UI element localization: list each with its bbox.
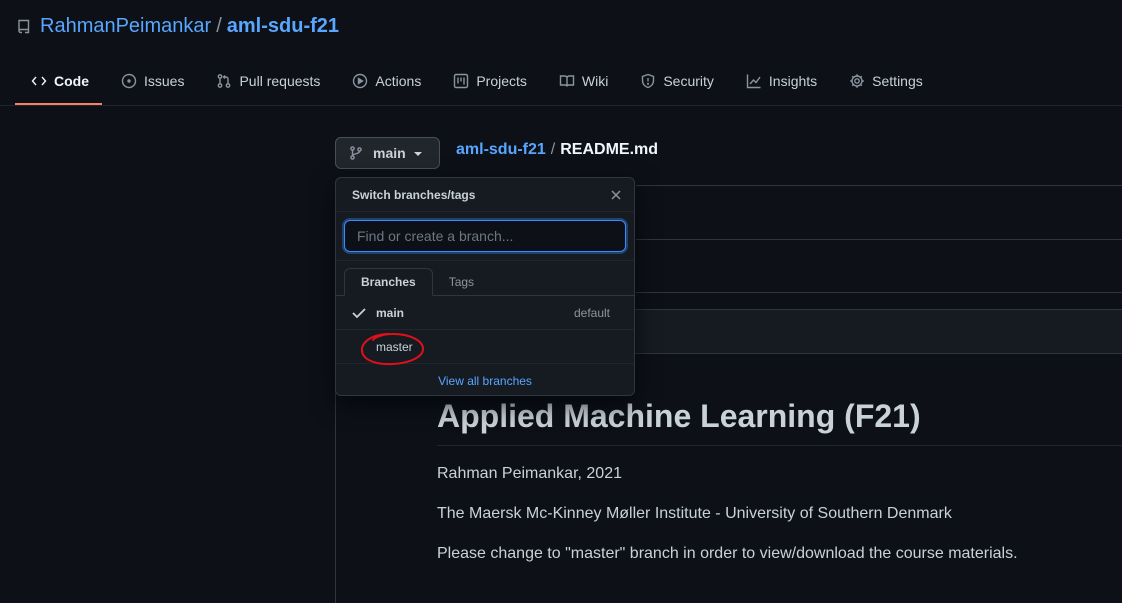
view-all-branches-link[interactable]: View all branches [438, 374, 532, 388]
branch-select-label: main [373, 145, 406, 161]
branch-item-master[interactable]: master [336, 330, 634, 364]
branch-item-main[interactable]: main default [336, 296, 634, 330]
tab-insights[interactable]: Insights [730, 58, 833, 104]
issue-icon [121, 73, 137, 89]
tab-projects[interactable]: Projects [437, 58, 543, 104]
readme-paragraph: The Maersk Mc-Kinney Møller Institute - … [437, 505, 952, 522]
branch-name: master [376, 339, 413, 354]
gear-icon [850, 74, 864, 88]
tab-security-label: Security [663, 73, 714, 89]
readme-paragraph: Please change to "master" branch in orde… [437, 545, 1018, 562]
tab-branches[interactable]: Branches [344, 268, 433, 296]
repo-title: RahmanPeimankar / aml-sdu-f21 [16, 14, 339, 38]
tab-code[interactable]: Code [15, 58, 105, 104]
branch-select-button[interactable]: main [335, 137, 440, 169]
pull-request-icon [218, 74, 231, 88]
code-icon [31, 76, 47, 86]
tab-settings-label: Settings [872, 73, 923, 89]
dropdown-title: Switch branches/tags [352, 187, 476, 202]
breadcrumb-file: README.md [560, 141, 659, 158]
readme-paragraph: Rahman Peimankar, 2021 [437, 465, 622, 482]
close-icon[interactable] [608, 187, 624, 203]
divider [636, 292, 1122, 293]
default-branch-badge: default [573, 305, 610, 320]
dropdown-footer: View all branches [336, 364, 634, 395]
repo-separator: / [216, 14, 222, 37]
tab-actions[interactable]: Actions [336, 58, 437, 104]
check-icon [352, 307, 368, 319]
repo-nav-tabs: Code Issues Pull requests Actions Projec… [15, 58, 939, 105]
branch-filter-input[interactable] [344, 220, 626, 252]
graph-icon [746, 74, 761, 89]
tab-code-label: Code [54, 73, 89, 89]
repo-icon [18, 19, 30, 34]
tab-pull-requests-label: Pull requests [239, 73, 321, 89]
tab-issues-label: Issues [144, 73, 185, 89]
tab-projects-label: Projects [476, 73, 527, 89]
tab-wiki-label: Wiki [581, 73, 609, 89]
tab-pull-requests[interactable]: Pull requests [200, 58, 336, 104]
breadcrumb: aml-sdu-f21 / README.md [456, 140, 658, 160]
divider [636, 185, 1122, 186]
dropdown-header: Switch branches/tags [336, 178, 634, 212]
readme-title: Applied Machine Learning (F21) [437, 398, 921, 434]
breadcrumb-separator: / [550, 141, 556, 158]
chevron-down-icon [413, 152, 422, 156]
tab-wiki[interactable]: Wiki [543, 58, 624, 104]
tab-actions-label: Actions [375, 73, 422, 89]
project-icon [454, 73, 469, 89]
branch-name: main [376, 305, 405, 320]
page: RahmanPeimankar / aml-sdu-f21 Code Issue… [0, 0, 1122, 603]
tab-tags[interactable]: Tags [433, 268, 490, 295]
branch-icon [350, 146, 362, 160]
repo-name-link[interactable]: aml-sdu-f21 [227, 15, 339, 38]
shield-icon [642, 73, 655, 89]
book-icon [559, 75, 575, 87]
tab-security[interactable]: Security [624, 58, 730, 104]
dropdown-filter [336, 212, 634, 261]
dropdown-tabs: Branches Tags [336, 261, 634, 296]
repo-owner-link[interactable]: RahmanPeimankar [40, 15, 211, 38]
tab-issues[interactable]: Issues [105, 58, 200, 104]
readme-title-rule [437, 445, 1122, 446]
tab-insights-label: Insights [768, 73, 818, 89]
play-icon [353, 73, 368, 89]
header-divider [0, 105, 1122, 106]
breadcrumb-repo-link[interactable]: aml-sdu-f21 [456, 141, 546, 159]
tab-settings[interactable]: Settings [833, 58, 939, 104]
divider [636, 239, 1122, 240]
branch-switch-dropdown: Switch branches/tags Branches Tags main … [335, 177, 635, 396]
